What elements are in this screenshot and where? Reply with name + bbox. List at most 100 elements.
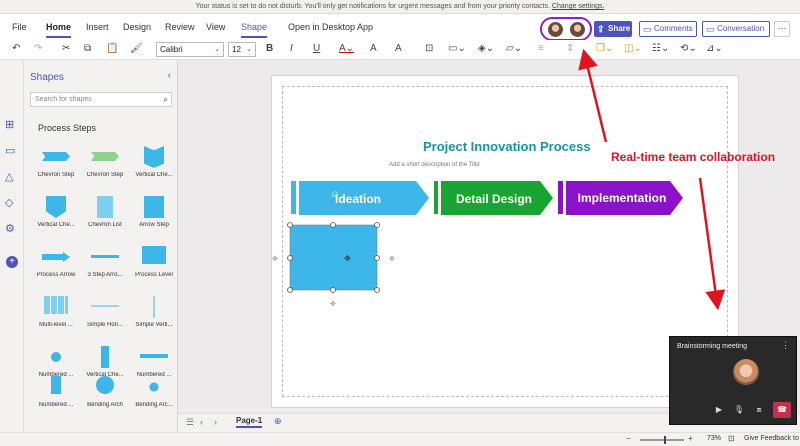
step-detail-design[interactable]: Detail Design (434, 181, 553, 215)
shape-tile[interactable]: 3 Step Arro... (81, 246, 129, 296)
shape-tile[interactable]: Chevron List (81, 196, 129, 246)
conversation-button[interactable]: ▭ Conversation (702, 21, 770, 37)
process-icon[interactable]: ▭ (5, 144, 15, 157)
search-shapes-input[interactable]: Search for shapes ⌕ (30, 92, 172, 107)
status-bar: − + 73% ⊡ Give Feedback to (0, 432, 800, 446)
font-size-select[interactable]: 12 ⌄ (228, 42, 256, 57)
share-screen-icon[interactable]: ⧈ (752, 403, 766, 417)
add-stencil-icon[interactable]: + (6, 256, 18, 268)
cursor-icon: ✥ (344, 254, 351, 263)
decrease-font-icon[interactable]: A (370, 43, 377, 54)
shape-tile[interactable]: Chevron Step (81, 146, 129, 196)
page-menu-icon[interactable]: ☰ (186, 417, 194, 428)
page-tab[interactable]: Page-1 (236, 416, 263, 428)
shape-tile[interactable]: Simple Verti... (130, 296, 177, 346)
shape-tile[interactable]: Numbered ... (32, 376, 80, 426)
more-options-button[interactable]: ··· (774, 21, 790, 37)
move-handle-icon[interactable]: ✥ (330, 300, 336, 308)
text-box-icon[interactable]: ⊡ (425, 43, 433, 54)
bold-icon[interactable]: B (266, 43, 273, 54)
position-icon[interactable]: ⇕ (566, 43, 574, 54)
chevron-down-icon: ⌄ (246, 46, 252, 53)
italic-icon[interactable]: I (290, 43, 293, 54)
rotate-handle-icon[interactable]: ⟳ (329, 206, 335, 213)
flip-icon[interactable]: ⊿⌄ (706, 43, 723, 54)
process-arrow-icon (42, 252, 70, 262)
underline-icon[interactable]: U (313, 43, 320, 54)
shape-tile[interactable]: Multi-level ... (32, 296, 80, 346)
basic-shapes-icon[interactable]: △ (5, 170, 13, 183)
font-family-select[interactable]: Calibri ⌄ (156, 42, 224, 57)
tab-design[interactable]: Design (123, 22, 151, 32)
hang-up-button[interactable]: ☎ (773, 402, 791, 418)
tab-review[interactable]: Review (165, 22, 195, 32)
numbered-icon (140, 354, 168, 358)
move-handle-icon[interactable]: ✥ (272, 255, 278, 263)
left-icon-rail: ⊞ ▭ △ ◇ ⚙ + (0, 60, 24, 432)
tab-insert[interactable]: Insert (86, 22, 109, 32)
align-icon[interactable]: ≡ (538, 43, 544, 54)
comments-button[interactable]: ▭ Comments (639, 21, 697, 37)
selected-rectangle[interactable]: ✥ ✥ ✥ ✥ ⟳ (272, 206, 395, 308)
arrange-icon[interactable]: ❐⌄ (596, 43, 613, 54)
change-settings-link[interactable]: Change settings. (552, 3, 605, 10)
paste-icon[interactable]: 📋 (106, 43, 118, 54)
format-painter-icon[interactable]: 🖌 (130, 43, 143, 54)
undo-icon[interactable]: ↶ (12, 43, 20, 54)
meeting-window[interactable]: Brainstorming meeting ⋮ ▶ 🎙 ⧈ ☎ (669, 336, 797, 425)
fill-icon[interactable]: ◈⌄ (478, 43, 494, 54)
participant-video (733, 359, 759, 385)
shape-tile[interactable]: Process Arrow (32, 246, 80, 296)
shape-tile[interactable]: Simple Hori... (81, 296, 129, 346)
shape-tile[interactable]: Vertical Che... (32, 196, 80, 246)
give-feedback-link[interactable]: Give Feedback to (744, 435, 799, 442)
group-icon[interactable]: ◫⌄ (624, 43, 642, 54)
line-icon[interactable]: ▱⌄ (506, 43, 522, 54)
collaborator-avatar[interactable] (548, 22, 563, 37)
zoom-out-icon[interactable]: − (626, 434, 631, 443)
collaborator-avatar[interactable] (570, 22, 585, 37)
cut-icon[interactable]: ✂ (62, 43, 70, 54)
shape-tile[interactable]: Bending Arc... (130, 376, 177, 426)
zoom-slider[interactable] (640, 439, 684, 441)
shape-icon[interactable]: ▭⌄ (448, 43, 466, 54)
shape-tile[interactable]: Process Level (130, 246, 177, 296)
more-shapes-icon[interactable]: ⚙ (5, 222, 15, 235)
step-detail-design-label: Detail Design (456, 192, 532, 206)
shape-tile[interactable]: Bending Arch (81, 376, 129, 426)
shape-tile[interactable]: Arrow Step (130, 196, 177, 246)
shape-tile[interactable]: Chevron Step (32, 146, 80, 196)
fit-page-icon[interactable]: ⊡ (728, 434, 735, 443)
tab-file[interactable]: File (12, 22, 27, 32)
open-in-desktop-app[interactable]: Open in Desktop App (288, 22, 373, 32)
increase-font-icon[interactable]: A (395, 43, 402, 54)
tab-shape[interactable]: Shape (241, 22, 268, 38)
shapes-panel: Shapes ‹ Search for shapes ⌕ Process Step… (24, 60, 178, 432)
zoom-in-icon[interactable]: + (688, 434, 693, 443)
copy-icon[interactable]: ⧉ (84, 43, 91, 54)
collapse-panel-icon[interactable]: ‹ (168, 70, 171, 81)
tab-home[interactable]: Home (46, 22, 72, 38)
shape-tile[interactable]: Vertical Che... (130, 146, 177, 196)
camera-icon[interactable]: ▶ (712, 403, 726, 417)
zoom-level[interactable]: 73% (707, 435, 721, 442)
redo-icon[interactable]: ↷ (34, 43, 42, 54)
stencil-icon[interactable]: ⊞ (5, 118, 14, 131)
move-handle-icon[interactable]: ✥ (389, 255, 395, 263)
vertical-chevron-icon (46, 196, 66, 218)
font-color-icon[interactable]: A⌄ (339, 43, 354, 54)
share-button[interactable]: ⇪ Share (594, 21, 632, 37)
flowchart-icon[interactable]: ◇ (5, 196, 13, 209)
layers-icon[interactable]: ☷⌄ (652, 43, 669, 54)
mic-muted-icon[interactable]: 🎙 (732, 403, 746, 417)
add-page-icon[interactable]: ⊕ (274, 416, 282, 427)
step-ideation[interactable]: Ideation ⍝ (291, 181, 429, 215)
step-implementation-label: Implementation (578, 191, 667, 205)
step-implementation[interactable]: Implementation (558, 181, 683, 215)
chevron-right-icon[interactable]: › (214, 417, 217, 427)
rotate-icon[interactable]: ⟲⌄ (680, 43, 697, 54)
zoom-slider-thumb[interactable] (664, 436, 666, 444)
meeting-options-icon[interactable]: ⋮ (781, 340, 790, 351)
tab-view[interactable]: View (206, 22, 225, 32)
chevron-left-icon[interactable]: ‹ (200, 417, 203, 427)
